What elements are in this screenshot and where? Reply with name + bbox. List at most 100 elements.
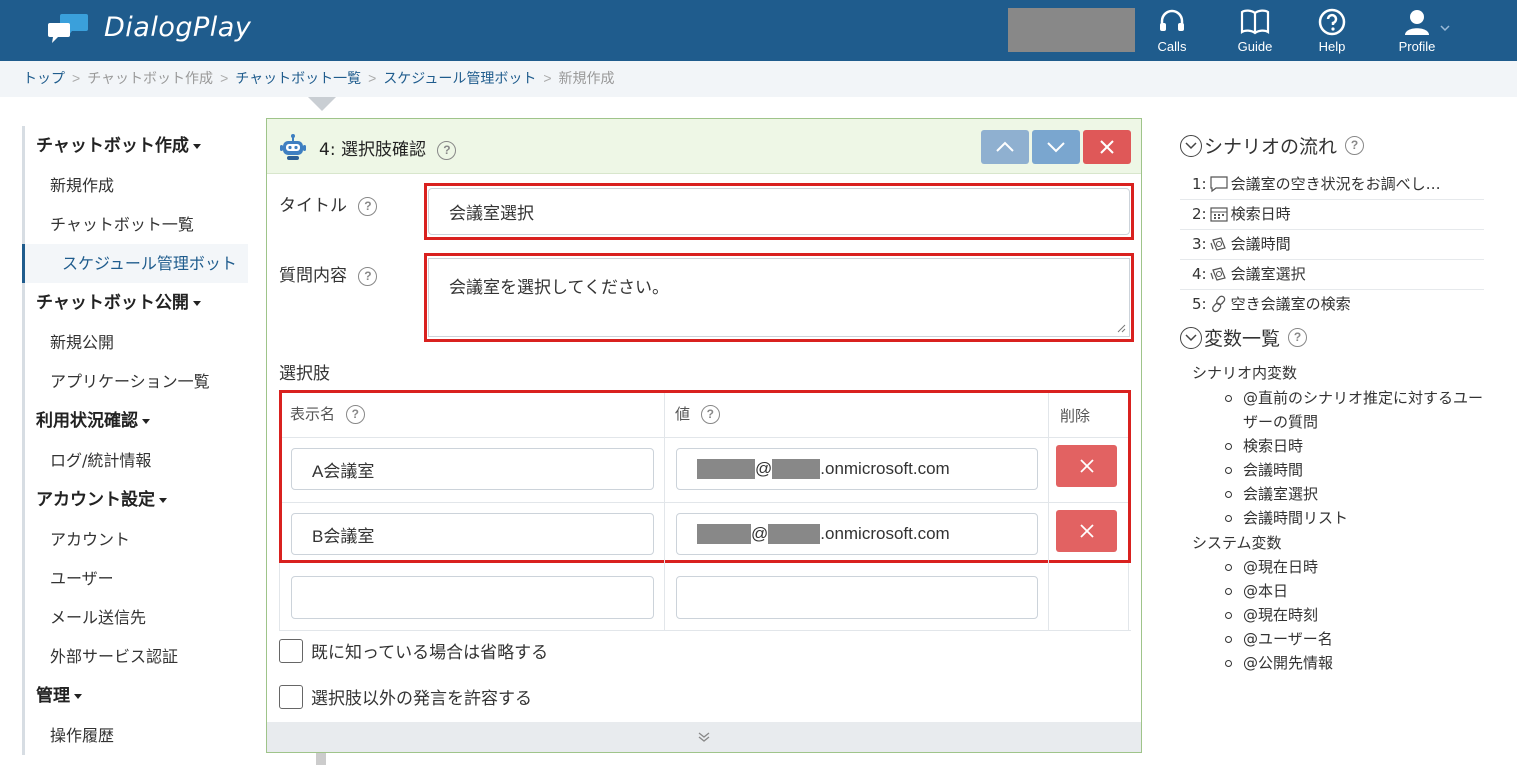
- question-label: 質問内容 ?: [279, 261, 378, 286]
- breadcrumb: トップ > チャットボット作成 > チャットボット一覧 > スケジュール管理ボット > 新規作成: [0, 61, 1517, 97]
- help-icon[interactable]: ?: [358, 266, 378, 286]
- question-textarea[interactable]: 会議室を選択してください。: [428, 258, 1130, 337]
- redacted-text: [697, 459, 755, 479]
- sidebar-item-mail[interactable]: メール送信先: [25, 598, 248, 637]
- delete-step-button[interactable]: [1083, 130, 1131, 164]
- nav-help-button[interactable]: Help: [1297, 8, 1367, 58]
- headset-icon: [1160, 9, 1184, 31]
- sidebar-head-admin[interactable]: 管理: [25, 676, 248, 716]
- variable-item[interactable]: @ユーザー名: [1225, 627, 1487, 651]
- variable-item[interactable]: 検索日時: [1225, 434, 1487, 458]
- close-icon: [1079, 459, 1094, 473]
- resize-grip-icon[interactable]: [1116, 323, 1126, 333]
- profile-chevron-down-icon[interactable]: [1440, 24, 1450, 32]
- nav-calls-label: Calls: [1157, 39, 1187, 54]
- redacted-text: [768, 524, 821, 544]
- close-icon: [1100, 140, 1114, 154]
- sidebar-section-publish: チャットボット公開 新規公開 アプリケーション一覧: [22, 283, 248, 401]
- redacted-text: [772, 459, 821, 479]
- nav-guide-button[interactable]: Guide: [1220, 8, 1290, 58]
- variable-item[interactable]: @現在日時: [1225, 555, 1487, 579]
- help-icon[interactable]: ?: [358, 196, 378, 216]
- allow-other-checkbox-row[interactable]: 選択肢以外の発言を許容する: [279, 684, 532, 709]
- variables-toggle[interactable]: 変数一覧 ?: [1180, 324, 1308, 351]
- flow-item[interactable]: 2: 検索日時: [1180, 200, 1484, 230]
- scenario-flow-toggle[interactable]: シナリオの流れ ?: [1180, 132, 1365, 159]
- nav-calls-button[interactable]: Calls: [1137, 8, 1207, 58]
- choice-display-input[interactable]: A会議室: [291, 448, 654, 490]
- sidebar-item-logs[interactable]: ログ/統計情報: [25, 441, 248, 480]
- breadcrumb-chatbot-list[interactable]: チャットボット一覧: [235, 70, 361, 86]
- new-choice-display-input[interactable]: [291, 576, 654, 619]
- variable-item[interactable]: 会議室選択: [1225, 482, 1487, 506]
- move-up-button[interactable]: [981, 130, 1029, 164]
- sidebar-item-chatbot-list[interactable]: チャットボット一覧: [25, 205, 248, 244]
- sidebar-section-account: アカウント設定 アカウント ユーザー メール送信先 外部サービス認証: [22, 480, 248, 676]
- variable-item[interactable]: 会議時間: [1225, 458, 1487, 482]
- flow-item[interactable]: 5: 空き会議室の検索: [1180, 290, 1484, 320]
- help-icon[interactable]: ?: [700, 405, 720, 424]
- help-icon[interactable]: ?: [1288, 328, 1308, 347]
- delete-choice-button[interactable]: [1056, 445, 1117, 487]
- breadcrumb-new: 新規作成: [558, 70, 615, 86]
- flow-item[interactable]: 1: 会議室の空き状況をお調べし…: [1180, 170, 1484, 200]
- nav-guide-label: Guide: [1237, 39, 1273, 54]
- help-icon[interactable]: ?: [1345, 136, 1365, 155]
- sidebar-item-history[interactable]: 操作履歴: [25, 716, 248, 755]
- sidebar-head-publish[interactable]: チャットボット公開: [25, 283, 248, 323]
- chevron-down-circle-icon: [1180, 134, 1202, 157]
- variable-item[interactable]: @現在時刻: [1225, 603, 1487, 627]
- sidebar-item-app-list[interactable]: アプリケーション一覧: [25, 362, 248, 401]
- sidebar-section-usage: 利用状況確認 ログ/統計情報: [22, 401, 248, 480]
- dialogplay-logo-icon[interactable]: [46, 13, 90, 45]
- skip-if-known-checkbox-row[interactable]: 既に知っている場合は省略する: [279, 638, 548, 663]
- expand-panel-button[interactable]: [267, 722, 1141, 752]
- breadcrumb-top[interactable]: トップ: [23, 70, 65, 86]
- caret-down-icon: [159, 497, 167, 503]
- robot-icon: [280, 134, 306, 160]
- move-down-button[interactable]: [1032, 130, 1080, 164]
- sidebar-item-users[interactable]: ユーザー: [25, 559, 248, 598]
- choice-icon: [1210, 236, 1226, 251]
- flow-item[interactable]: 4: 会議室選択: [1180, 260, 1484, 290]
- sidebar-head-create[interactable]: チャットボット作成: [25, 126, 248, 166]
- delete-choice-button[interactable]: [1056, 510, 1117, 552]
- variable-item[interactable]: @本日: [1225, 579, 1487, 603]
- caret-down-icon: [142, 418, 150, 424]
- variable-item[interactable]: @公開先情報: [1225, 651, 1487, 675]
- sidebar-item-schedule-bot[interactable]: スケジュール管理ボット: [22, 244, 248, 283]
- help-icon[interactable]: ?: [345, 405, 365, 424]
- chevron-up-icon: [996, 141, 1014, 152]
- brand-name[interactable]: DialogPlay: [104, 12, 251, 43]
- sidebar-item-account[interactable]: アカウント: [25, 520, 248, 559]
- calendar-icon: [1210, 206, 1228, 222]
- redacted-text: [697, 524, 751, 544]
- choices-label: 選択肢: [279, 364, 330, 384]
- skip-if-known-checkbox[interactable]: [279, 638, 303, 663]
- sidebar-item-new-publish[interactable]: 新規公開: [25, 323, 248, 362]
- sidebar-item-external-auth[interactable]: 外部サービス認証: [25, 637, 248, 676]
- choice-icon: [1210, 266, 1226, 281]
- title-input[interactable]: 会議室選択: [428, 188, 1130, 235]
- help-icon[interactable]: ?: [437, 140, 457, 160]
- choice-value-input[interactable]: @ .onmicrosoft.com: [676, 448, 1038, 490]
- nav-profile-label: Profile: [1398, 39, 1436, 54]
- help-circle-icon: [1318, 8, 1346, 36]
- sidebar-item-new[interactable]: 新規作成: [25, 166, 248, 205]
- choice-value-input[interactable]: @ .onmicrosoft.com: [676, 513, 1038, 555]
- allow-other-checkbox[interactable]: [279, 684, 303, 709]
- sidebar-head-account[interactable]: アカウント設定: [25, 480, 248, 520]
- variable-item[interactable]: 会議時間リスト: [1225, 506, 1487, 530]
- nav-help-label: Help: [1318, 39, 1346, 54]
- breadcrumb-schedule-bot[interactable]: スケジュール管理ボット: [383, 70, 536, 86]
- variable-item[interactable]: @直前のシナリオ推定に対するユーザーの質問: [1225, 386, 1487, 434]
- caret-down-icon: [74, 693, 82, 699]
- choice-display-input[interactable]: B会議室: [291, 513, 654, 555]
- new-choice-value-input[interactable]: [676, 576, 1038, 619]
- step-title: 4: 選択肢確認 ?: [319, 135, 457, 160]
- flow-pointer-arrow: [308, 97, 336, 111]
- nav-profile-button[interactable]: Profile: [1382, 8, 1452, 58]
- sidebar-head-usage[interactable]: 利用状況確認: [25, 401, 248, 441]
- flow-item[interactable]: 3: 会議時間: [1180, 230, 1484, 260]
- sidebar-section-admin: 管理 操作履歴: [22, 676, 248, 755]
